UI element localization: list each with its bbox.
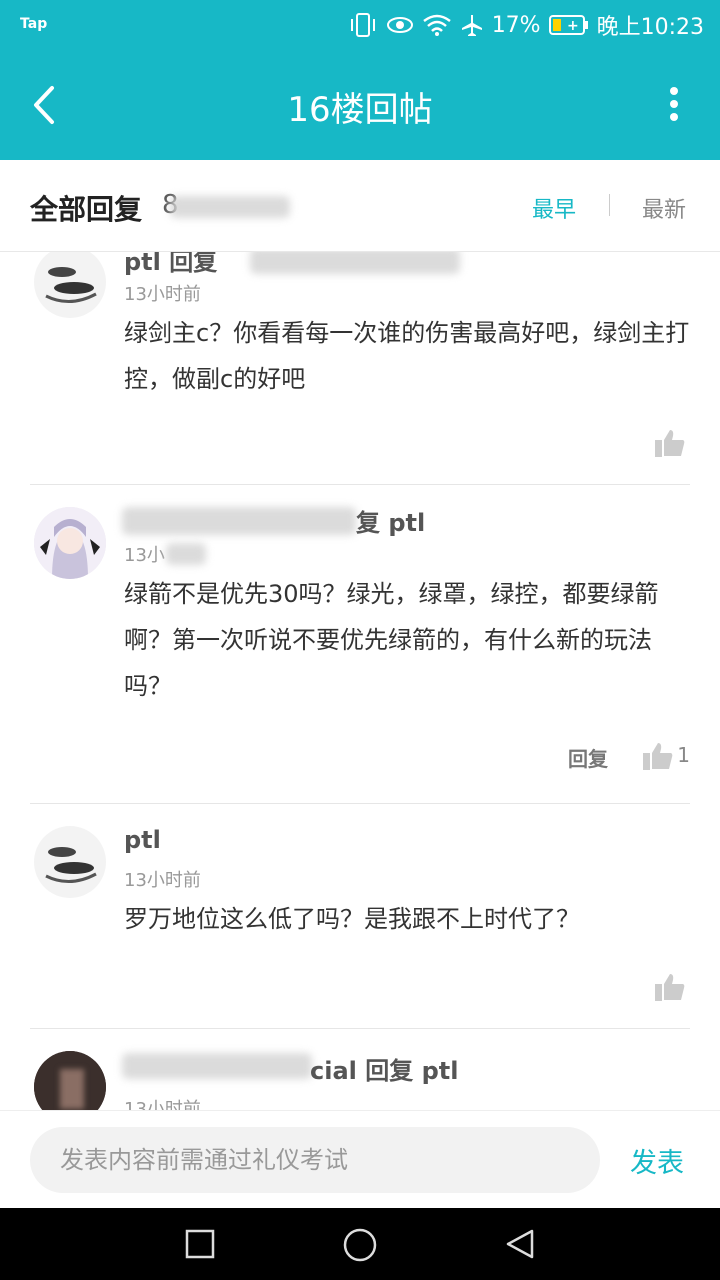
blurred-region: [122, 1053, 312, 1079]
reply-content: 罗万地位这么低了吗？是我跟不上时代了？: [124, 905, 580, 933]
avatar[interactable]: [34, 507, 106, 579]
list-item: 复 ptl 13小 绿箭不是优先30吗？绿光，绿罩，绿控，都要绿箭啊？第一次听说…: [0, 485, 720, 803]
top-app-bar: 16楼回帖: [0, 50, 720, 160]
battery-icon: +: [548, 15, 588, 35]
list-item: ptl 13小时前 罗万地位这么低了吗？是我跟不上时代了？: [0, 804, 720, 1030]
blurred-region: [122, 507, 356, 535]
recents-square-icon[interactable]: [184, 1228, 216, 1260]
send-button[interactable]: 发表: [630, 1141, 684, 1180]
reply-button[interactable]: 回复: [568, 743, 608, 772]
thumbs-up-icon[interactable]: [654, 428, 686, 458]
thumbs-up-icon[interactable]: [654, 972, 686, 1002]
reply-list[interactable]: ptl 回复 13小时前 绿剑主c？你看看每一次谁的伤害最高好吧，绿剑主打控，做…: [0, 252, 720, 1110]
home-circle-icon[interactable]: [342, 1228, 378, 1264]
photo-avatar-icon: [34, 1051, 106, 1110]
reply-tabs: 全部回复 8 最早 最新: [0, 160, 720, 252]
reply-time: 13小时前: [124, 1099, 201, 1110]
back-triangle-icon[interactable]: [504, 1228, 536, 1260]
battery-percent: 17%: [491, 12, 541, 38]
reply-time: 13小时前: [124, 870, 201, 891]
reply-time: 13小: [124, 545, 165, 566]
page-title: 16楼回帖: [287, 90, 433, 130]
airplane-icon: [461, 15, 482, 36]
avatar[interactable]: [34, 1051, 106, 1110]
sort-earliest-tab[interactable]: 最早: [532, 192, 576, 224]
composer-bar: 发表: [0, 1110, 720, 1208]
system-nav-bar: [0, 1208, 720, 1280]
sort-latest-tab[interactable]: 最新: [642, 192, 686, 224]
status-right-group: 17% + 晚上10:23: [348, 10, 704, 40]
blurred-region: [170, 196, 290, 218]
reply-author[interactable]: ptl: [124, 826, 161, 854]
anime-avatar-icon: [34, 507, 106, 579]
eye-icon: [386, 17, 413, 33]
avatar[interactable]: [34, 826, 106, 898]
reply-author[interactable]: cial 回复 ptl: [310, 1051, 458, 1086]
meme-face-icon: [45, 267, 97, 303]
reply-content: 绿箭不是优先30吗？绿光，绿罩，绿控，都要绿箭啊？第一次听说不要优先绿箭的，有什…: [124, 580, 659, 700]
avatar[interactable]: [34, 252, 106, 318]
reply-content: 绿剑主c？你看看每一次谁的伤害最高好吧，绿剑主打控，做副c的好吧: [124, 319, 690, 393]
comment-input[interactable]: [30, 1127, 600, 1193]
like-count: 1: [677, 743, 690, 767]
reply-time: 13小时前: [124, 284, 201, 305]
status-app-label: Tap: [20, 16, 48, 32]
status-bar: Tap 17% + 晚上10:23: [0, 0, 720, 50]
svg-text:+: +: [567, 18, 579, 34]
blurred-region: [250, 252, 460, 274]
reply-author[interactable]: 复 ptl: [356, 503, 425, 538]
blurred-region: [166, 543, 206, 565]
all-replies-label: 全部回复: [30, 193, 143, 226]
wifi-icon: [422, 14, 451, 36]
meme-face-icon: [45, 847, 97, 883]
list-item: ptl 回复 13小时前 绿剑主c？你看看每一次谁的伤害最高好吧，绿剑主打控，做…: [0, 252, 720, 486]
tab-separator: [609, 194, 610, 216]
status-time: 晚上10:23: [596, 15, 704, 40]
thumbs-up-icon[interactable]: [642, 741, 674, 771]
more-vertical-icon[interactable]: [668, 86, 680, 126]
list-item: cial 回复 ptl 13小时前: [0, 1029, 720, 1110]
vibrate-icon: [350, 13, 375, 37]
reply-author[interactable]: ptl 回复: [124, 252, 217, 277]
